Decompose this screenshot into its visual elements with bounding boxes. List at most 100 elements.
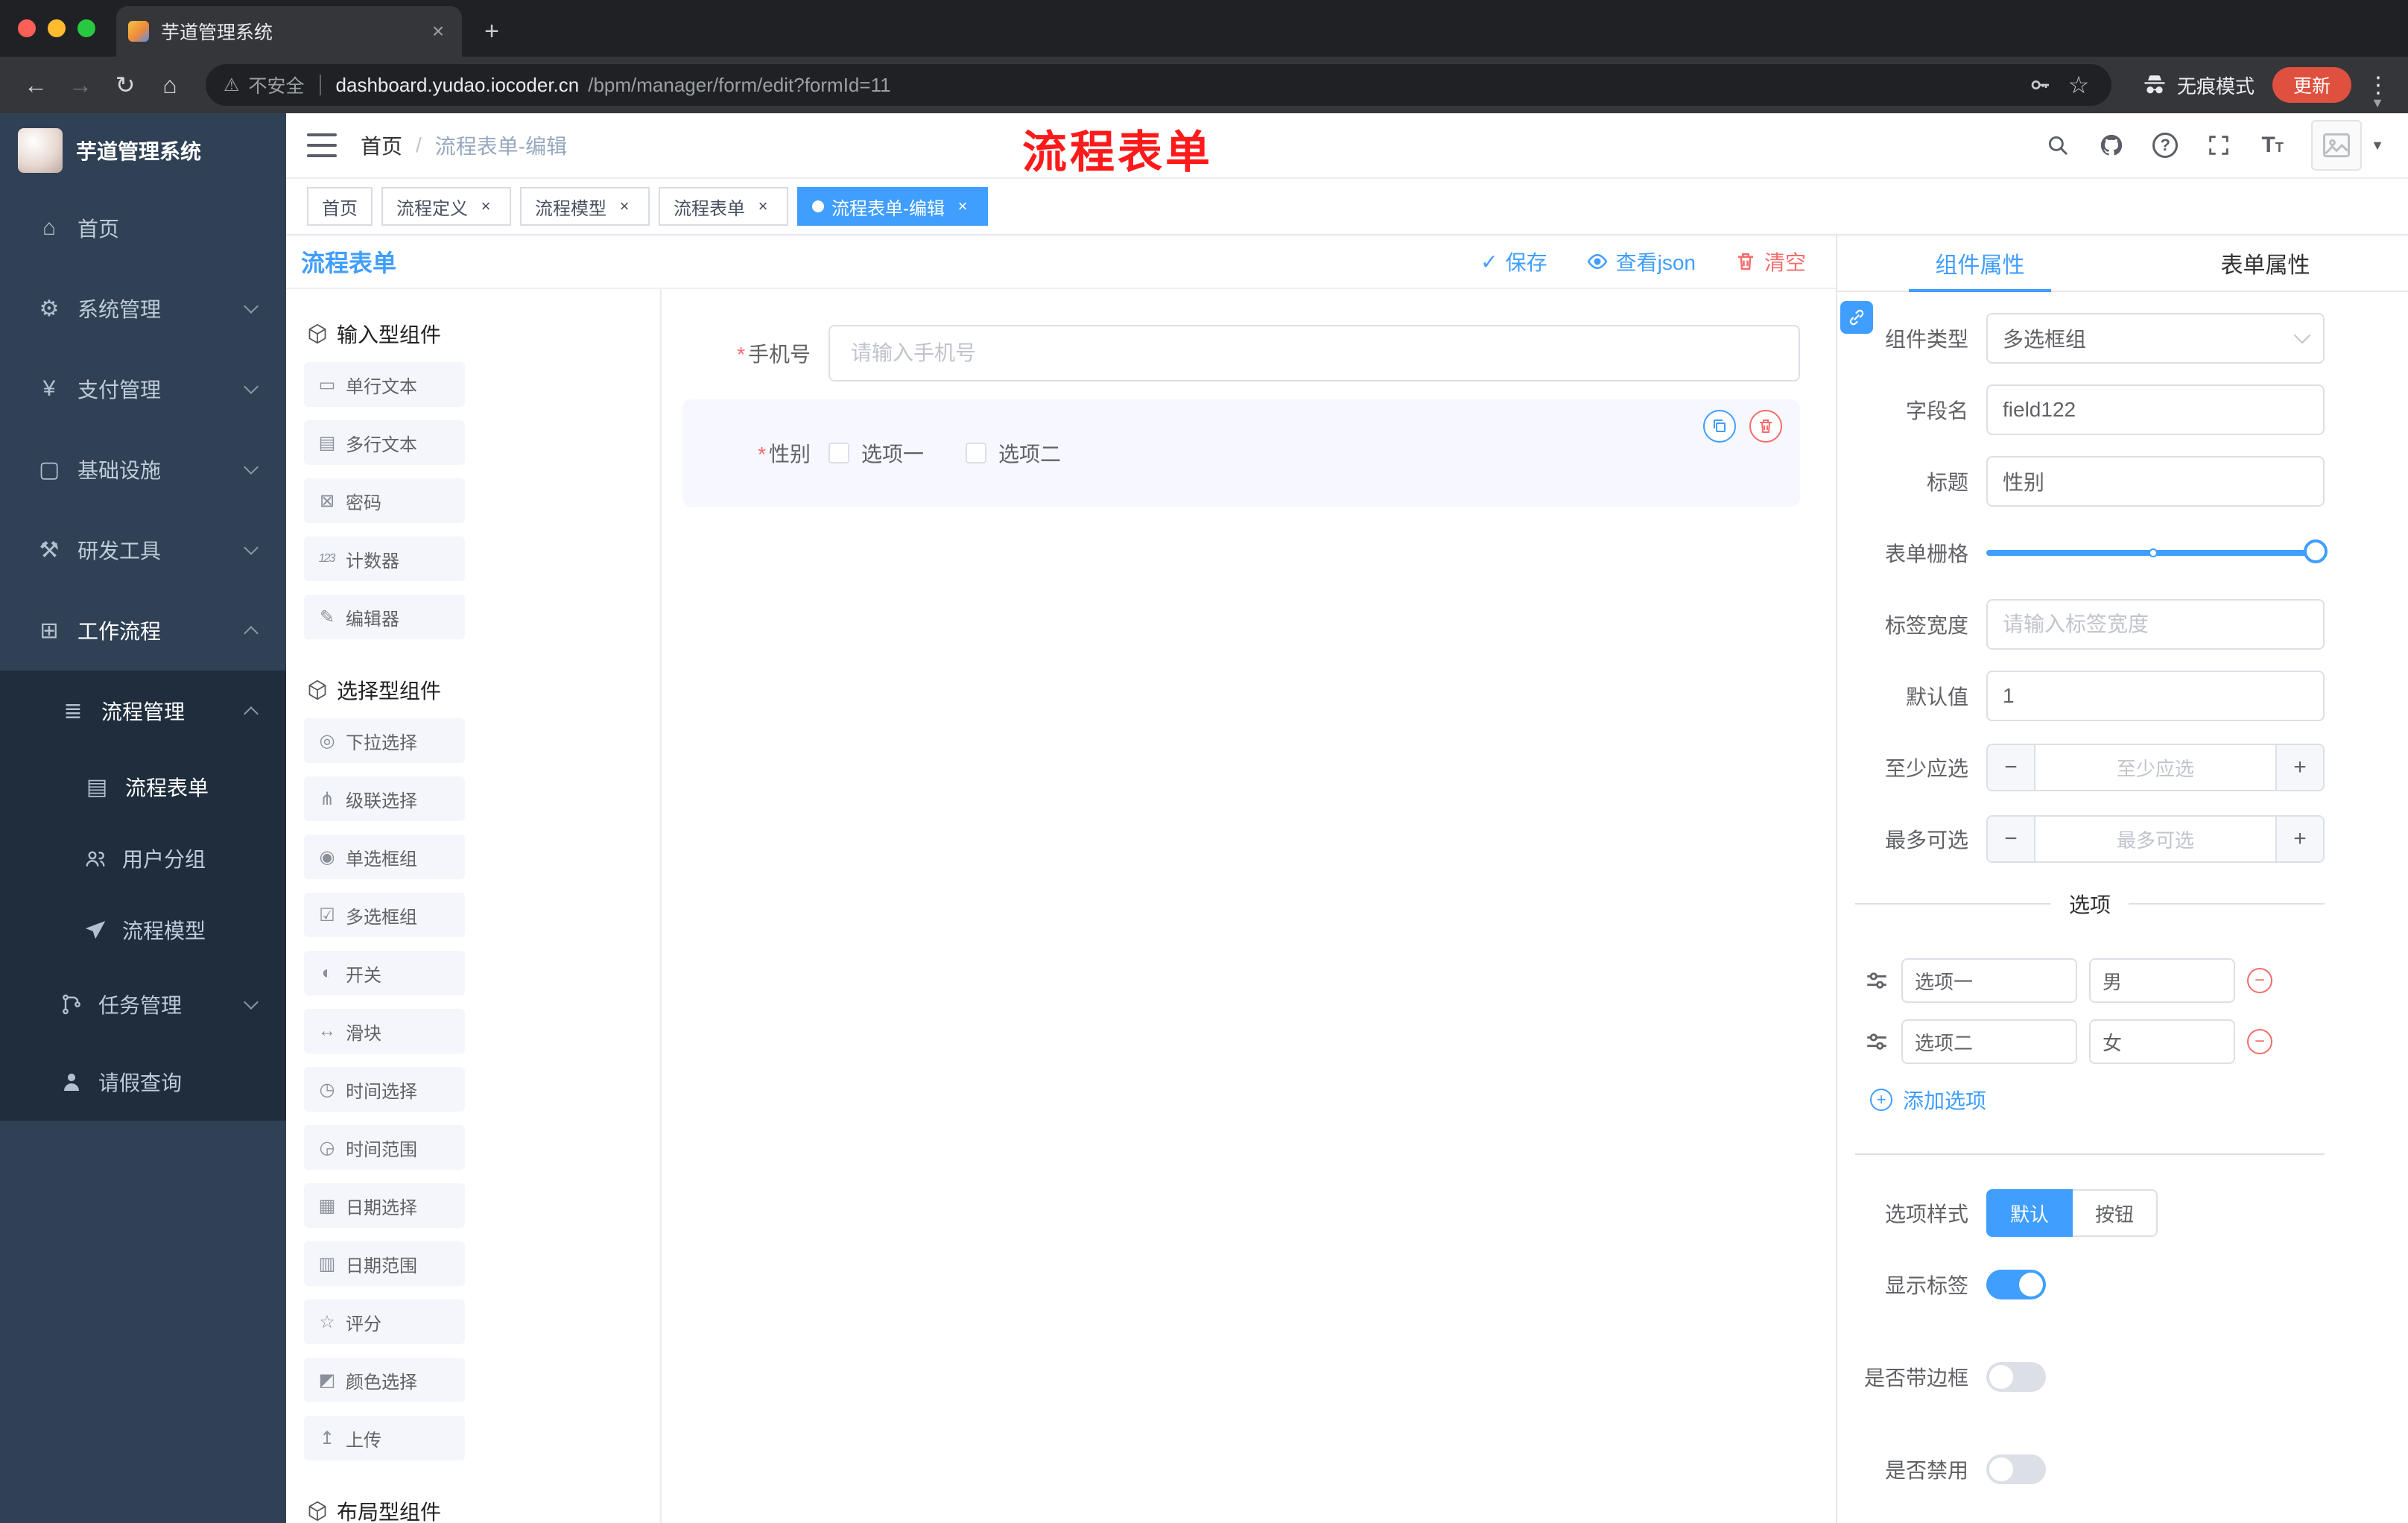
palette-chip-slider[interactable]: ↔ 滑块	[304, 1009, 465, 1054]
sidebar-item-leave-query[interactable]: 请假查询	[0, 1043, 286, 1121]
link-badge[interactable]	[1840, 301, 1873, 334]
sidebar-item-workflow[interactable]: ⊞ 工作流程	[0, 590, 286, 671]
sidebar-item-user-group[interactable]: 用户分组	[0, 823, 286, 894]
component-type-select[interactable]: 多选框组	[1986, 313, 2325, 364]
avatar-caret-icon[interactable]: ▼	[2371, 138, 2384, 153]
tag-home[interactable]: 首页	[307, 187, 373, 226]
help-icon[interactable]: ?	[2147, 127, 2183, 163]
new-tab-button[interactable]: +	[471, 10, 513, 52]
fullscreen-icon[interactable]	[2201, 127, 2237, 163]
show-label-toggle[interactable]	[1986, 1270, 2046, 1299]
max-select-value[interactable]: 最多可选	[2035, 817, 2275, 861]
forward-icon[interactable]: →	[60, 64, 101, 106]
checkbox-icon[interactable]	[828, 443, 849, 463]
sidebar-item-infra[interactable]: ▢ 基础设施	[0, 429, 286, 510]
slider-handle[interactable]	[2304, 539, 2328, 563]
github-icon[interactable]	[2094, 127, 2129, 163]
remove-option-icon[interactable]: −	[2247, 1029, 2272, 1054]
selected-widget-gender[interactable]: * 性别 选项一 选项二	[682, 399, 1800, 507]
back-icon[interactable]: ←	[15, 64, 57, 106]
palette-chip-counter[interactable]: 123 计数器	[304, 536, 465, 581]
plus-button[interactable]: +	[2275, 817, 2323, 861]
checkbox-icon[interactable]	[966, 443, 987, 463]
font-size-icon[interactable]: TT	[2255, 127, 2290, 163]
minus-button[interactable]: −	[1988, 817, 2035, 861]
palette-chip-time-range[interactable]: ◶ 时间范围	[304, 1125, 465, 1170]
zoom-window-button[interactable]	[77, 19, 95, 37]
browser-menu-icon[interactable]: ⋮	[2363, 72, 2393, 98]
default-value-input[interactable]	[1986, 671, 2325, 721]
option1-value-input[interactable]	[2089, 958, 2235, 1003]
close-window-button[interactable]	[18, 19, 36, 37]
palette-chip-date-range[interactable]: ▥ 日期范围	[304, 1241, 465, 1286]
tab-close-icon[interactable]: ×	[426, 19, 450, 43]
phone-field-row[interactable]: * 手机号	[682, 325, 1800, 381]
tag-process-definition[interactable]: 流程定义 ×	[381, 187, 511, 226]
form-grid-slider[interactable]	[1986, 528, 2328, 578]
sidebar-item-task-mgmt[interactable]: 任务管理	[0, 966, 286, 1043]
user-avatar[interactable]	[2311, 120, 2363, 171]
clear-button[interactable]: 清空	[1734, 247, 1806, 276]
sidebar-item-process-form[interactable]: ▤ 流程表单	[0, 751, 286, 823]
bookmark-star-icon[interactable]: ☆	[2064, 70, 2094, 100]
style-default-button[interactable]: 默认	[1986, 1189, 2073, 1237]
tag-close-icon[interactable]: ×	[614, 196, 635, 217]
url-bar[interactable]: ⚠ 不安全 dashboard.yudao.iocoder.cn /bpm/ma…	[206, 64, 2111, 106]
palette-chip-time-picker[interactable]: ◷ 时间选择	[304, 1067, 465, 1112]
sidebar-item-system[interactable]: ⚙ 系统管理	[0, 268, 286, 349]
drag-handle-icon[interactable]	[1864, 1029, 1889, 1054]
tag-close-icon[interactable]: ×	[475, 196, 496, 217]
field-name-input[interactable]	[1986, 384, 2325, 435]
phone-input[interactable]	[828, 325, 1800, 381]
palette-chip-radio-group[interactable]: ◉ 单选框组	[304, 835, 465, 879]
option1-label-input[interactable]	[1901, 958, 2077, 1003]
sidebar-item-process-model[interactable]: 流程模型	[0, 894, 286, 966]
plus-button[interactable]: +	[2275, 745, 2323, 790]
palette-chip-editor[interactable]: ✎ 编辑器	[304, 595, 465, 639]
style-button-button[interactable]: 按钮	[2073, 1189, 2158, 1237]
copy-widget-button[interactable]	[1703, 410, 1736, 443]
min-select-value[interactable]: 至少应选	[2035, 745, 2275, 790]
palette-chip-password[interactable]: ⊠ 密码	[304, 478, 465, 523]
palette-chip-rate[interactable]: ☆ 评分	[304, 1299, 465, 1344]
palette-chip-single-text[interactable]: ▭ 单行文本	[304, 362, 465, 407]
sidebar-item-devtools[interactable]: ⚒ 研发工具	[0, 510, 286, 590]
tag-process-model[interactable]: 流程模型 ×	[520, 187, 650, 226]
remove-option-icon[interactable]: −	[2247, 968, 2272, 993]
sidebar-item-payment[interactable]: ¥ 支付管理	[0, 349, 286, 429]
option2-label-input[interactable]	[1901, 1019, 2077, 1064]
palette-chip-upload[interactable]: ↥ 上传	[304, 1416, 465, 1460]
drawing-canvas[interactable]: * 手机号 请输入手机号 * 性别 选项一 选项二	[662, 289, 1836, 1523]
palette-chip-date-picker[interactable]: ▦ 日期选择	[304, 1183, 465, 1228]
disabled-toggle[interactable]	[1986, 1454, 2046, 1484]
option2-value-input[interactable]	[2089, 1019, 2235, 1064]
tag-process-form-edit[interactable]: 流程表单-编辑 ×	[797, 187, 988, 226]
minimize-window-button[interactable]	[48, 19, 66, 37]
border-toggle[interactable]	[1986, 1362, 2046, 1392]
palette-chip-multi-text[interactable]: ▤ 多行文本	[304, 420, 465, 465]
view-json-button[interactable]: 查看json	[1586, 247, 1696, 276]
palette-chip-cascader[interactable]: ⋔ 级联选择	[304, 776, 465, 821]
breadcrumb-home[interactable]: 首页	[361, 130, 402, 160]
label-width-input[interactable]	[1986, 599, 2325, 650]
sidebar-item-home[interactable]: ⌂ 首页	[0, 188, 286, 268]
gender-option-1[interactable]: 选项一	[828, 438, 924, 468]
gender-option-2[interactable]: 选项二	[966, 438, 1061, 468]
tab-component-props[interactable]: 组件属性	[1837, 235, 2123, 292]
title-input[interactable]	[1986, 456, 2325, 507]
tag-process-form[interactable]: 流程表单 ×	[659, 187, 788, 226]
update-caret-icon[interactable]: ▼	[2371, 95, 2384, 111]
sidebar-logo[interactable]: 芋道管理系统	[0, 113, 286, 188]
tab-form-props[interactable]: 表单属性	[2123, 235, 2408, 291]
home-icon[interactable]: ⌂	[149, 64, 191, 106]
reload-icon[interactable]: ↻	[104, 64, 146, 106]
hamburger-icon[interactable]	[307, 133, 337, 157]
palette-chip-checkbox-group[interactable]: ☑ 多选框组	[304, 893, 465, 937]
update-button[interactable]: 更新	[2272, 67, 2351, 103]
save-button[interactable]: ✓ 保存	[1480, 247, 1547, 276]
palette-chip-color-picker[interactable]: ◩ 颜色选择	[304, 1358, 465, 1402]
search-icon[interactable]	[2040, 127, 2076, 163]
add-option-button[interactable]: + 添加选项	[1870, 1085, 2325, 1115]
palette-chip-select[interactable]: ◎ 下拉选择	[304, 718, 465, 763]
drag-handle-icon[interactable]	[1864, 968, 1889, 993]
